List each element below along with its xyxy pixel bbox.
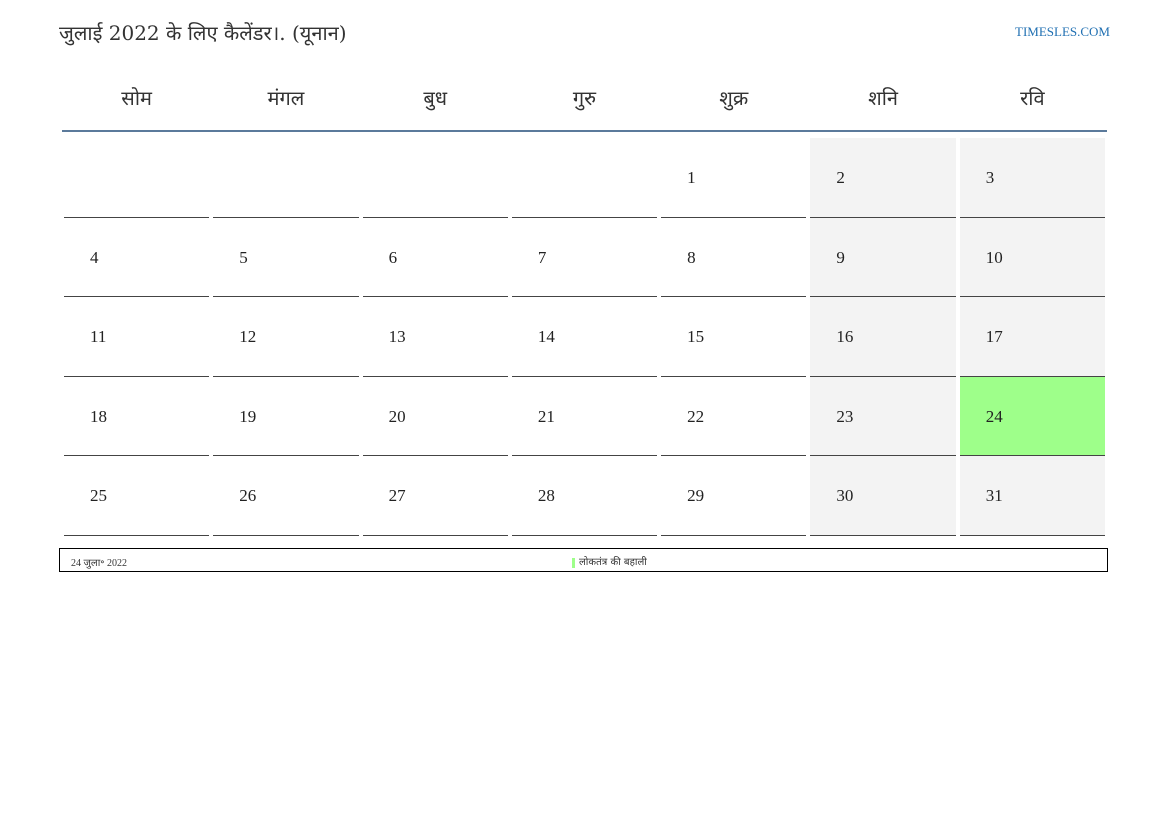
day-cell-weekend: 23 bbox=[810, 376, 956, 457]
day-cell: 5 bbox=[213, 218, 359, 298]
day-cell: 8 bbox=[661, 218, 807, 298]
weekday-tuesday: मंगल bbox=[267, 86, 305, 110]
day-number: 26 bbox=[239, 486, 257, 506]
weekday-friday: शुक्र bbox=[719, 86, 749, 110]
day-cell: 18 bbox=[64, 377, 210, 457]
day-cell: 21 bbox=[511, 377, 658, 457]
day-number: 8 bbox=[687, 247, 696, 267]
day-cell-weekend: 17 bbox=[959, 297, 1105, 377]
calendar-weeks: 1 2 3 4 5 6 7 8 9 10 11 12 13 14 15 16 1… bbox=[62, 138, 1107, 536]
day-number: 27 bbox=[388, 486, 406, 506]
day-cell: 22 bbox=[661, 377, 807, 457]
day-cell: 1 bbox=[661, 138, 807, 218]
week-row-1: 1 2 3 bbox=[62, 138, 1107, 218]
day-cell-weekend: 2 bbox=[810, 138, 956, 218]
day-number: 13 bbox=[388, 327, 406, 347]
day-number: 24 bbox=[985, 406, 1003, 426]
day-cell: 14 bbox=[511, 297, 658, 377]
day-cell: 7 bbox=[511, 218, 658, 298]
week-row-5: 25 26 27 28 29 30 31 bbox=[62, 456, 1107, 536]
day-number: 2 bbox=[836, 168, 845, 187]
week-row-4: 18 19 20 21 22 23 24 bbox=[62, 376, 1107, 457]
day-cell-weekend: 30 bbox=[810, 456, 956, 536]
weekday-sunday: रवि bbox=[1020, 86, 1045, 110]
day-number: 28 bbox=[537, 486, 555, 506]
day-cell-weekend: 10 bbox=[959, 217, 1105, 298]
day-number: 11 bbox=[90, 327, 107, 347]
day-cell-weekend: 9 bbox=[810, 217, 956, 298]
weekday-saturday: शनि bbox=[868, 86, 898, 110]
day-number: 1 bbox=[687, 168, 696, 187]
day-cell bbox=[64, 138, 210, 218]
day-number: 10 bbox=[985, 247, 1003, 267]
day-cell: 12 bbox=[213, 297, 359, 377]
day-number: 15 bbox=[687, 327, 705, 347]
day-number: 6 bbox=[388, 247, 398, 267]
week-row-3: 11 12 13 14 15 16 17 bbox=[62, 297, 1107, 377]
day-number: 4 bbox=[90, 247, 99, 267]
day-cell: 27 bbox=[362, 456, 508, 536]
day-cell: 4 bbox=[64, 218, 210, 298]
day-number: 22 bbox=[687, 406, 705, 426]
day-number: 18 bbox=[90, 406, 107, 426]
day-cell-highlighted: 24 bbox=[959, 376, 1105, 457]
day-number: 30 bbox=[836, 486, 854, 506]
page-title: जुलाई 2022 के लिए कैलेंडर।. (यूनान) bbox=[59, 21, 347, 45]
day-cell: 15 bbox=[661, 297, 807, 377]
day-cell: 13 bbox=[362, 297, 508, 377]
legend-swatch bbox=[572, 557, 575, 568]
day-cell: 25 bbox=[64, 456, 210, 536]
day-number: 19 bbox=[239, 406, 257, 426]
weekday-thursday: गुरु bbox=[572, 86, 597, 110]
day-cell bbox=[362, 138, 508, 218]
day-number: 9 bbox=[836, 247, 845, 267]
calendar-grid: सोम मंगल बुध गुरु शुक्र शनि रवि 1 2 3 4 … bbox=[62, 70, 1107, 536]
footer-date: 24 जुला॰ 2022 bbox=[71, 558, 128, 569]
weekday-wednesday: बुध bbox=[423, 86, 448, 110]
day-cell: 29 bbox=[661, 456, 807, 536]
day-number: 31 bbox=[985, 486, 1003, 506]
day-number: 23 bbox=[836, 406, 854, 426]
legend-label: लोकतंत्र की बहाली bbox=[579, 557, 647, 568]
day-number: 25 bbox=[90, 486, 107, 506]
day-number: 16 bbox=[836, 327, 854, 347]
day-number: 7 bbox=[537, 247, 547, 267]
day-number: 29 bbox=[687, 486, 705, 506]
day-number: 14 bbox=[537, 327, 555, 347]
holiday-legend: लोकतंत्र की बहाली bbox=[572, 554, 647, 568]
day-cell: 11 bbox=[64, 297, 210, 377]
day-cell bbox=[213, 138, 359, 218]
day-cell-weekend: 31 bbox=[959, 456, 1105, 536]
day-number: 3 bbox=[985, 168, 995, 187]
weekday-monday: सोम bbox=[121, 86, 152, 110]
day-cell: 19 bbox=[213, 377, 359, 457]
day-number: 20 bbox=[388, 406, 406, 426]
weekday-header-row: सोम मंगल बुध गुरु शुक्र शनि रवि bbox=[62, 70, 1107, 132]
footer-box: 24 जुला॰ 2022 लोकतंत्र की बहाली bbox=[59, 548, 1108, 572]
day-number: 12 bbox=[239, 327, 257, 347]
day-cell-weekend: 16 bbox=[810, 297, 956, 377]
week-row-2: 4 5 6 7 8 9 10 bbox=[62, 217, 1107, 298]
day-number: 21 bbox=[537, 406, 555, 426]
day-number: 5 bbox=[239, 247, 248, 267]
day-cell: 20 bbox=[362, 377, 508, 457]
day-cell-weekend: 3 bbox=[959, 138, 1105, 218]
day-cell bbox=[511, 138, 658, 218]
day-number: 17 bbox=[985, 327, 1003, 347]
site-link[interactable]: TIMESLES.COM bbox=[1015, 24, 1110, 40]
day-cell: 6 bbox=[362, 218, 508, 298]
day-cell: 26 bbox=[213, 456, 359, 536]
day-cell: 28 bbox=[511, 456, 658, 536]
